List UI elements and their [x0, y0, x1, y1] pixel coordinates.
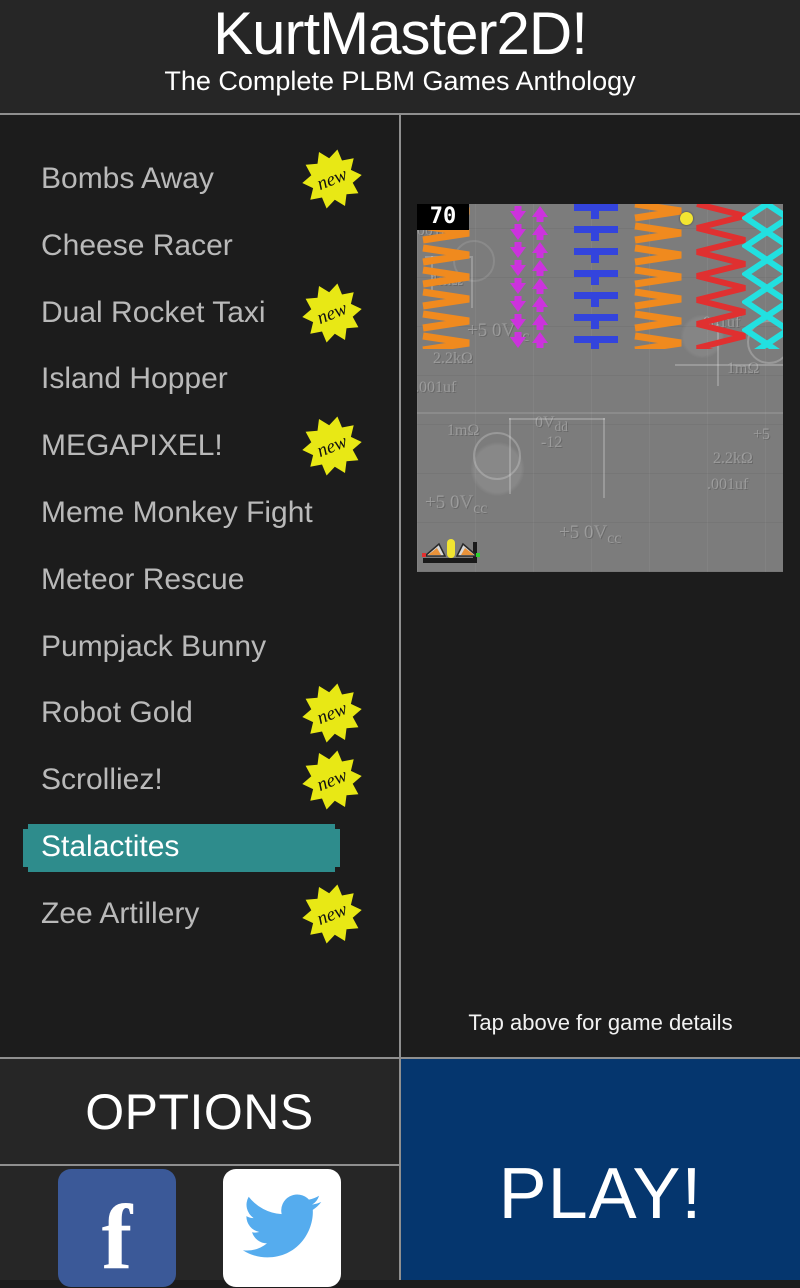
circuit-trace — [417, 412, 783, 414]
game-list-item[interactable]: Pumpjack Bunny — [0, 620, 399, 674]
score-display: 70 — [417, 204, 469, 230]
game-list-item-label: Dual Rocket Taxi — [41, 295, 266, 329]
game-list-item[interactable]: Robot Gold new — [0, 683, 399, 743]
new-badge-icon: new — [301, 749, 363, 811]
game-list-item-label: MEGAPIXEL! — [41, 429, 223, 463]
game-list-item[interactable]: MEGAPIXEL! new — [0, 416, 399, 476]
preview-hint: Tap above for game details — [468, 1010, 733, 1035]
circuit-label: 2.2kΩ — [713, 450, 753, 467]
game-list-item[interactable]: Zee Artillery new — [0, 884, 399, 944]
hazard-column — [742, 204, 783, 349]
player-ship-icon — [422, 539, 480, 563]
facebook-icon: f — [101, 1186, 133, 1288]
game-list-item[interactable]: Scrolliez! new — [0, 750, 399, 810]
main-content: Bombs Away new Cheese Racer Dual Rocket Tax… — [0, 115, 800, 1057]
circuit-label: 1mΩ — [727, 360, 760, 377]
app-subtitle: The Complete PLBM Games Anthology — [164, 66, 636, 96]
game-list-item-label: Meme Monkey Fight — [41, 496, 313, 529]
circuit-label: +5 0Vcc — [559, 522, 622, 547]
circuit-label: +5 — [753, 426, 771, 443]
play-label: PLAY! — [498, 1153, 703, 1234]
game-list-item-label: Island Hopper — [41, 362, 228, 396]
app-title: KurtMaster2D! — [213, 0, 588, 67]
play-button[interactable]: PLAY! — [401, 1059, 800, 1280]
circuit-label: 2.2kΩ — [433, 350, 473, 367]
app-screen: KurtMaster2D! The Complete PLBM Games An… — [0, 0, 800, 1287]
app-header: KurtMaster2D! The Complete PLBM Games An… — [0, 0, 800, 113]
game-list-item-label: Bombs Away — [41, 162, 214, 195]
twitter-icon — [242, 1194, 322, 1258]
new-badge-icon: new — [301, 415, 363, 477]
game-list[interactable]: Bombs Away new Cheese Racer Dual Rocket Tax… — [0, 115, 399, 1057]
hazard-column — [572, 204, 622, 349]
game-list-item-label: Zee Artillery — [41, 896, 200, 930]
circuit-label: .001uf — [417, 379, 457, 396]
hazard-column — [509, 204, 567, 349]
options-button[interactable]: OPTIONS — [0, 1059, 399, 1164]
game-list-item-label: Cheese Racer — [41, 228, 233, 262]
game-list-item-label: Meteor Rescue — [41, 562, 245, 596]
game-list-item[interactable]: Bombs Away new — [0, 149, 399, 209]
circuit-trace — [509, 418, 605, 420]
game-list-item[interactable]: Meme Monkey Fight — [0, 486, 399, 540]
game-list-item-label: Stalactites — [41, 830, 180, 863]
circuit-label: -12 — [541, 434, 563, 451]
circuit-symbol — [473, 432, 521, 480]
hazard-column — [633, 204, 689, 349]
game-preview-panel: .001uf 1mΩ +5 0Vcc 2.2kΩ .001uf 1mΩ 0Vdd… — [401, 115, 800, 1057]
game-list-item[interactable]: Dual Rocket Taxi new — [0, 283, 399, 343]
circuit-label: .001uf — [707, 476, 749, 493]
new-badge-icon: new — [301, 282, 363, 344]
options-pane: OPTIONS f — [0, 1059, 399, 1287]
new-badge-icon: new — [301, 682, 363, 744]
ball-sprite — [680, 212, 693, 225]
social-row: f — [0, 1166, 399, 1287]
game-list-item-label: Pumpjack Bunny — [41, 629, 267, 663]
circuit-label: +5 0Vcc — [425, 492, 488, 517]
game-list-item[interactable]: Island Hopper — [0, 352, 399, 406]
game-list-item-label: Robot Gold — [41, 696, 193, 730]
twitter-button[interactable] — [223, 1169, 341, 1287]
game-list-item[interactable]: Stalactites — [0, 820, 399, 874]
game-list-item[interactable]: Meteor Rescue — [0, 553, 399, 607]
circuit-trace — [603, 418, 605, 498]
new-badge-icon: new — [301, 883, 363, 945]
game-list-item-label: Scrolliez! — [41, 763, 163, 797]
new-badge-icon: new — [301, 148, 363, 210]
game-screenshot[interactable]: .001uf 1mΩ +5 0Vcc 2.2kΩ .001uf 1mΩ 0Vdd… — [417, 204, 783, 572]
circuit-trace — [675, 364, 783, 366]
circuit-label: 1mΩ — [447, 422, 480, 439]
facebook-button[interactable]: f — [58, 1169, 176, 1287]
game-list-item[interactable]: Cheese Racer — [0, 219, 399, 273]
